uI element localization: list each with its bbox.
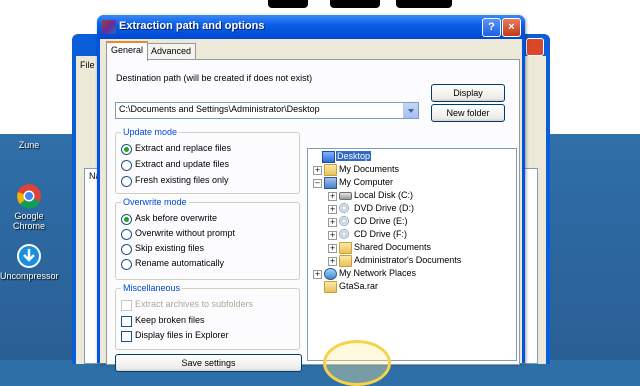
tree-node-label: CD Drive (E:) — [354, 216, 408, 226]
folder-icon — [324, 281, 337, 293]
tab-general[interactable]: General — [106, 41, 149, 61]
extraction-dialog: Extraction path and options ? × General … — [97, 15, 525, 372]
update-mode-title: Update mode — [121, 127, 180, 137]
disc-icon — [339, 216, 349, 226]
display-button[interactable]: Display — [431, 84, 505, 102]
chrome-icon — [16, 183, 42, 209]
desktop-icon-uncompressor[interactable]: Uncompressor — [0, 243, 59, 281]
tab-advanced[interactable]: Advanced — [146, 43, 197, 59]
dialog-title: Extraction path and options — [119, 20, 265, 32]
checkbox — [121, 300, 132, 311]
dialog-body: General Advanced Destination path (will … — [100, 39, 522, 372]
expand-icon[interactable]: + — [328, 231, 337, 240]
miscellaneous-group: Miscellaneous Extract archives to subfol… — [115, 283, 300, 350]
tab-panel-general: Destination path (will be created if doe… — [106, 59, 520, 372]
option-label: Overwrite without prompt — [135, 228, 236, 238]
desktop-icon-chrome[interactable]: Google Chrome — [0, 183, 58, 231]
scribble-mark — [330, 0, 380, 8]
miscellaneous-title: Miscellaneous — [121, 283, 183, 293]
disc-icon — [339, 229, 349, 239]
close-button[interactable]: × — [502, 18, 521, 37]
dialog-titlebar[interactable]: Extraction path and options ? × — [97, 15, 525, 39]
save-settings-button[interactable]: Save settings — [115, 354, 302, 372]
expand-icon[interactable]: + — [328, 192, 337, 201]
disc-icon — [339, 203, 349, 213]
tree-node-label: Shared Documents — [354, 242, 432, 252]
tree-node-label: Local Disk (C:) — [354, 190, 414, 200]
destination-label: Destination path (will be created if doe… — [116, 73, 313, 83]
destination-path-value: C:\Documents and Settings\Administrator\… — [119, 104, 320, 114]
option-label: Keep broken files — [135, 315, 205, 325]
desktop-icon-zune[interactable]: Zune — [0, 140, 58, 150]
tree-node-label: DVD Drive (D:) — [354, 203, 414, 213]
chevron-down-icon[interactable] — [403, 103, 418, 118]
new-folder-button[interactable]: New folder — [431, 104, 505, 122]
folder-icon — [339, 242, 352, 254]
tree-node-label: Administrator's Documents — [354, 255, 462, 265]
desktop-icon-label: Zune — [18, 140, 40, 150]
option-label: Extract archives to subfolders — [135, 299, 254, 309]
checkbox[interactable] — [121, 331, 132, 342]
option-label: Rename automatically — [135, 258, 225, 268]
cursor-highlight — [323, 340, 391, 386]
radio-button[interactable] — [121, 176, 132, 187]
expand-icon[interactable]: + — [313, 270, 322, 279]
destination-path-combo[interactable]: C:\Documents and Settings\Administrator\… — [115, 102, 419, 119]
scribble-mark — [396, 0, 452, 8]
expand-icon[interactable]: + — [328, 257, 337, 266]
radio-button[interactable] — [121, 229, 132, 240]
winrar-icon — [102, 20, 116, 34]
desktop-icon-label: Google Chrome — [12, 211, 45, 231]
radio-button[interactable] — [121, 259, 132, 270]
folder-icon — [324, 164, 337, 176]
option-label: Ask before overwrite — [135, 213, 218, 223]
radio-button[interactable] — [121, 144, 132, 155]
uncompressor-icon — [16, 243, 42, 269]
tree-node-label: GtaSa.rar — [339, 281, 379, 291]
folder-icon — [339, 255, 352, 267]
close-icon[interactable] — [526, 38, 544, 56]
scribble-mark — [268, 0, 308, 8]
option-label: Display files in Explorer — [135, 330, 229, 340]
desktop-icon-label: Uncompressor — [0, 271, 59, 281]
folder-tree[interactable]: Desktop + My Documents − My Computer + L… — [307, 148, 517, 361]
overwrite-mode-title: Overwrite mode — [121, 197, 189, 207]
option-label: Fresh existing files only — [135, 175, 229, 185]
tree-node-label: My Computer — [339, 177, 394, 187]
update-mode-group: Update mode Extract and replace files Ex… — [115, 127, 300, 194]
option-label: Extract and update files — [135, 159, 230, 169]
tree-node-label: CD Drive (F:) — [354, 229, 407, 239]
computer-icon — [324, 177, 337, 189]
radio-button[interactable] — [121, 160, 132, 171]
option-label: Extract and replace files — [135, 143, 232, 153]
radio-button[interactable] — [121, 244, 132, 255]
desktop-icon — [322, 151, 335, 163]
expand-icon[interactable]: + — [328, 205, 337, 214]
tree-node-label: Desktop — [336, 151, 372, 161]
checkbox[interactable] — [121, 316, 132, 327]
expand-icon[interactable]: + — [313, 166, 322, 175]
network-icon — [324, 268, 337, 280]
overwrite-mode-group: Overwrite mode Ask before overwrite Over… — [115, 197, 300, 280]
tree-node-label: My Network Places — [339, 268, 417, 278]
radio-button[interactable] — [121, 214, 132, 225]
expand-icon[interactable]: + — [328, 244, 337, 253]
expand-icon[interactable]: + — [328, 218, 337, 227]
tree-node-label: My Documents — [339, 164, 400, 174]
collapse-icon[interactable]: − — [313, 179, 322, 188]
option-label: Skip existing files — [135, 243, 205, 253]
menu-file[interactable]: File — [80, 60, 95, 70]
drive-icon — [339, 192, 352, 200]
help-button[interactable]: ? — [482, 18, 501, 37]
